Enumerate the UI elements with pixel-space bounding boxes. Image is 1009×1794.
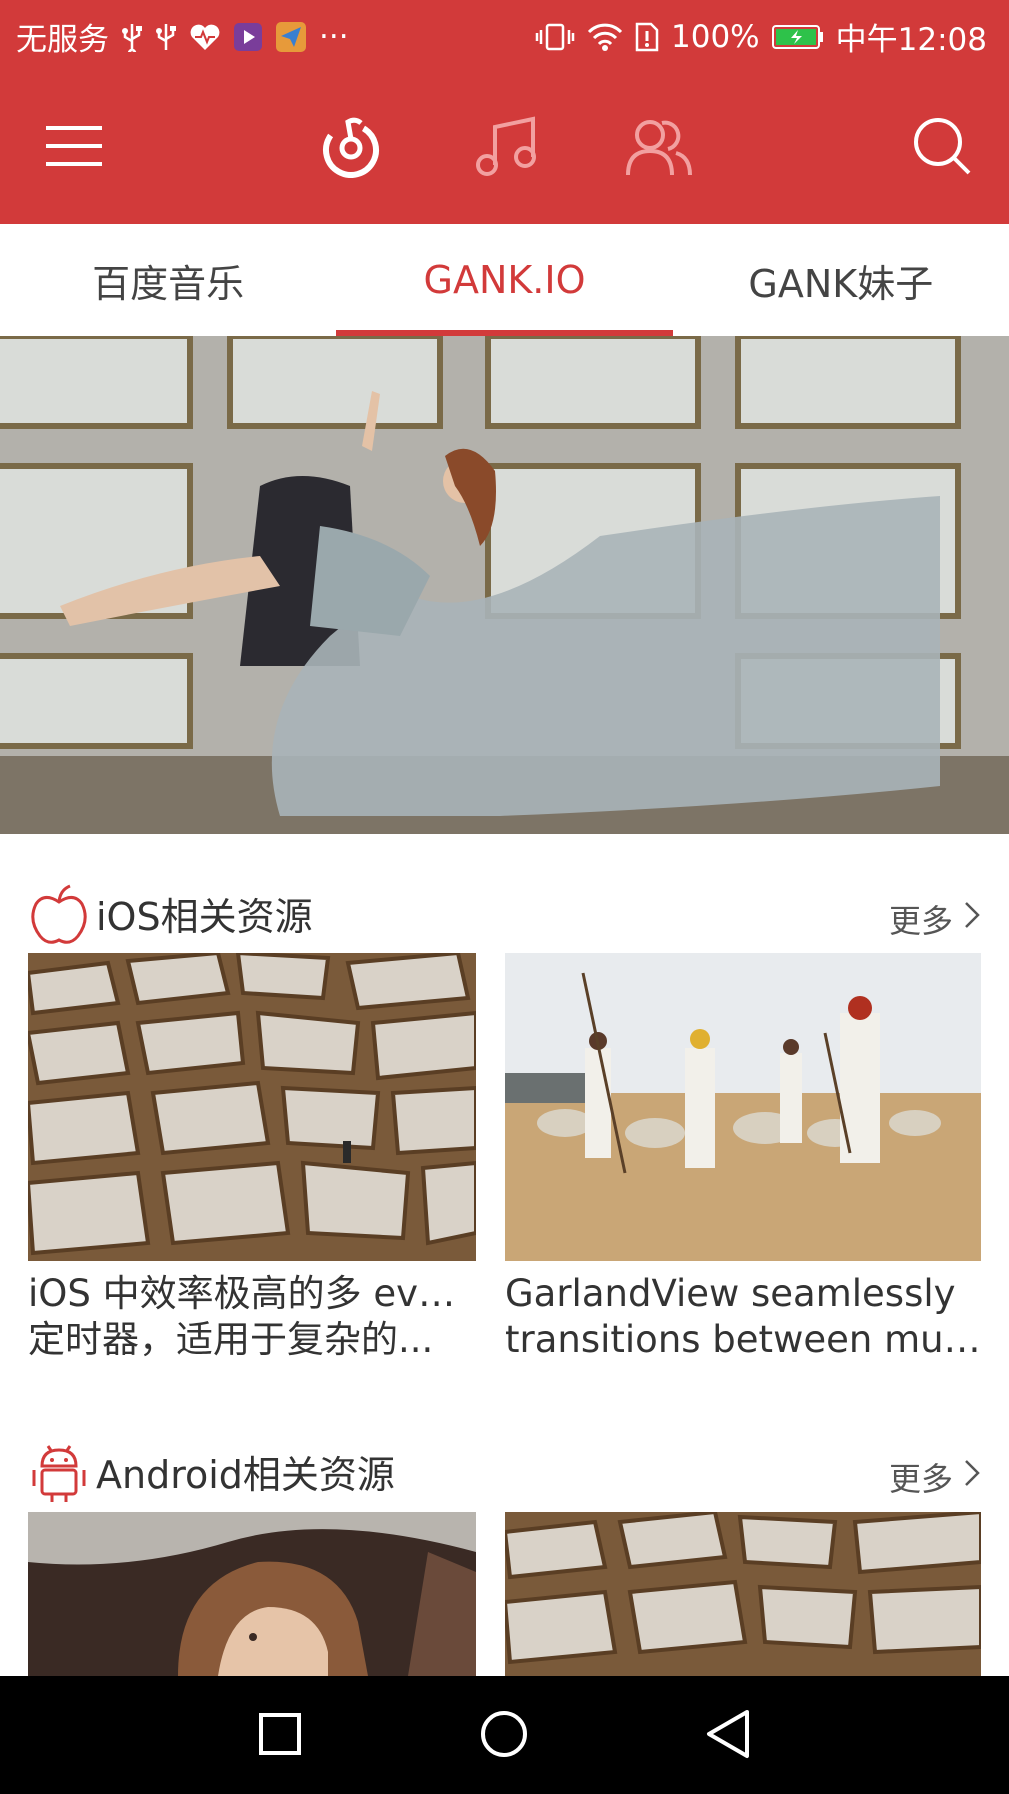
battery-charging-icon [771, 24, 824, 50]
ios-section-header: iOS相关资源 更多 [0, 874, 1009, 954]
status-bar: 无服务 ··· 100% 中午12:08 [0, 0, 1009, 70]
ios-more-link[interactable]: 更多 [889, 896, 981, 942]
chevron-right-icon [963, 900, 981, 938]
banner-photo [0, 336, 1009, 834]
usb-debug-icon [155, 22, 177, 52]
recents-button[interactable] [248, 1704, 312, 1768]
ios-article-card-2[interactable]: GarlandView seamlessly transitions betwe… [505, 953, 981, 1363]
article-thumbnail [505, 953, 981, 1261]
back-button[interactable] [696, 1704, 760, 1768]
more-label: 更多 [888, 1460, 953, 1498]
article-title-line-1: iOS 中效率极高的多 event [28, 1272, 476, 1315]
discover-tab-button[interactable] [311, 108, 391, 188]
tab-baidu-music[interactable]: 百度音乐 [0, 224, 336, 336]
ios-section-title: iOS相关资源 [96, 895, 313, 939]
clock: 中午12:08 [835, 22, 987, 58]
circle-icon [479, 1709, 529, 1763]
send-app-icon [275, 21, 307, 53]
more-label: 更多 [888, 902, 953, 940]
android-more-link[interactable]: 更多 [889, 1454, 981, 1500]
chevron-right-icon [963, 1458, 981, 1496]
android-article-card-1[interactable] [28, 1512, 476, 1676]
ios-article-card-1[interactable]: iOS 中效率极高的多 event 定时器，适用于复杂的... [28, 953, 476, 1363]
top-toolbar [0, 70, 1009, 224]
usb-icon [121, 22, 143, 52]
article-title: GarlandView seamlessly transitions betwe… [505, 1271, 981, 1363]
vibrate-icon [535, 22, 575, 52]
banner-image[interactable] [0, 336, 1009, 834]
article-title: iOS 中效率极高的多 event 定时器，适用于复杂的... [28, 1271, 476, 1363]
menu-icon [44, 124, 104, 172]
article-title-line-2: transitions between multi... [505, 1318, 981, 1361]
carrier-label: 无服务 [16, 22, 109, 58]
article-thumbnail [28, 953, 476, 1261]
wifi-icon [587, 22, 623, 52]
music-note-icon [473, 113, 539, 183]
apple-icon [30, 884, 88, 946]
android-article-card-2[interactable] [505, 1512, 981, 1676]
health-heart-icon [189, 23, 221, 51]
article-title-line-1: GarlandView seamlessly [505, 1272, 956, 1315]
friends-tab-button[interactable] [619, 108, 699, 188]
video-app-icon [233, 22, 263, 52]
article-thumbnail [505, 1512, 981, 1676]
netease-music-logo-icon [319, 114, 383, 182]
tab-gank-girls[interactable]: GANK妹子 [673, 224, 1009, 336]
android-section-title: Android相关资源 [96, 1453, 395, 1497]
my-music-tab-button[interactable] [466, 108, 546, 188]
article-thumbnail [28, 1512, 476, 1676]
sim-alert-icon [635, 22, 659, 52]
friends-icon [624, 111, 694, 185]
triangle-back-icon [705, 1709, 751, 1763]
android-section-header: Android相关资源 更多 [0, 1432, 1009, 1512]
android-icon [30, 1442, 88, 1504]
article-title-line-2: 定时器，适用于复杂的... [28, 1318, 434, 1361]
menu-button[interactable] [34, 108, 114, 188]
battery-percent: 100% [671, 18, 760, 55]
status-left: 无服务 ··· [16, 14, 349, 59]
system-navigation-bar [0, 1676, 1009, 1794]
more-notifications-indicator: ··· [319, 18, 349, 55]
home-button[interactable] [472, 1704, 536, 1768]
square-icon [258, 1712, 302, 1760]
status-right: 100% 中午12:08 [535, 14, 987, 59]
category-tabs: 百度音乐 GANK.IO GANK妹子 [0, 224, 1009, 336]
search-icon [912, 116, 972, 180]
search-button[interactable] [902, 108, 982, 188]
tab-gank-io[interactable]: GANK.IO [336, 224, 673, 336]
